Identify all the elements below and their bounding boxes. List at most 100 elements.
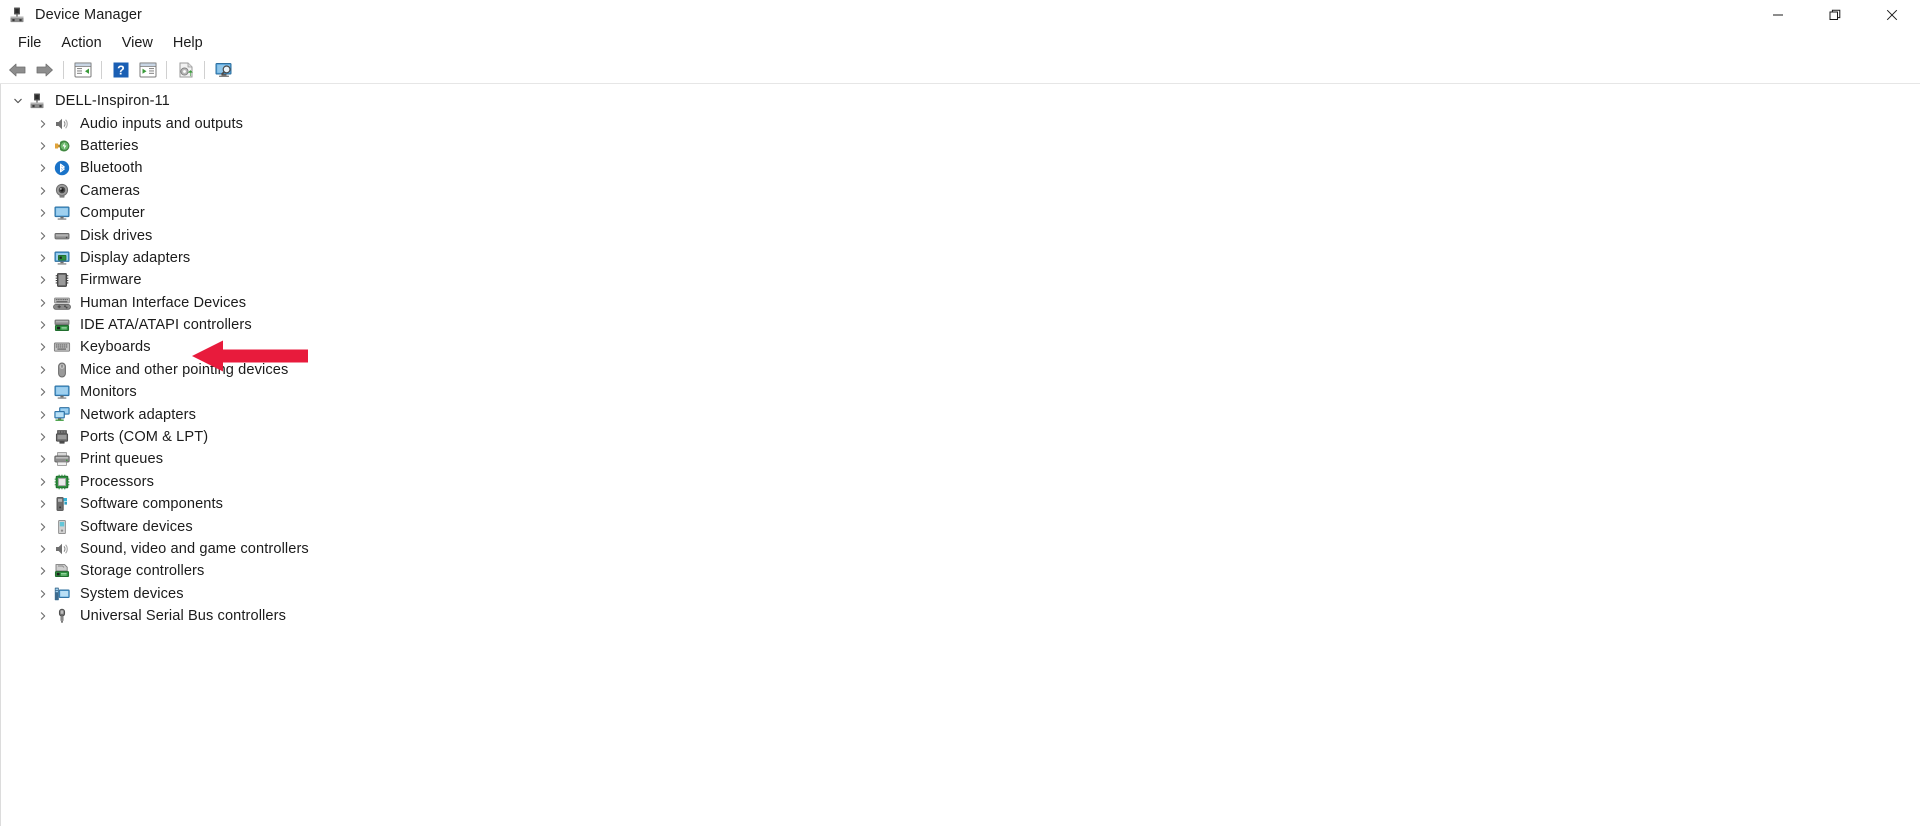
tree-item-disk-drives[interactable]: Disk drives	[1, 224, 1920, 246]
chevron-right-icon[interactable]	[34, 316, 52, 334]
tree-item-human-interface-devices[interactable]: Human Interface Devices	[1, 292, 1920, 314]
chevron-right-icon[interactable]	[34, 137, 52, 155]
tree-item-universal-serial-bus-controllers[interactable]: Universal Serial Bus controllers	[1, 605, 1920, 627]
back-button[interactable]	[4, 58, 31, 82]
title-bar-left: Device Manager	[0, 6, 142, 24]
tree-item-label: Display adapters	[80, 249, 191, 266]
tree-item-label: System devices	[80, 585, 184, 602]
tree-item-label: Storage controllers	[80, 563, 205, 580]
chevron-right-icon[interactable]	[34, 249, 52, 267]
display-adapter-icon	[53, 249, 73, 267]
back-arrow-icon	[9, 63, 26, 76]
forward-arrow-icon	[36, 63, 53, 76]
system-device-icon	[53, 585, 73, 603]
chevron-right-icon[interactable]	[34, 115, 52, 133]
chevron-right-icon[interactable]	[34, 450, 52, 468]
usb-icon	[53, 607, 73, 625]
tree-root-label: DELL-Inspiron-11	[55, 93, 170, 110]
chevron-right-icon[interactable]	[34, 495, 52, 513]
chevron-right-icon[interactable]	[34, 540, 52, 558]
forward-button[interactable]	[31, 58, 58, 82]
menu-item-action[interactable]: Action	[51, 32, 111, 54]
tree-item-monitors[interactable]: Monitors	[1, 381, 1920, 403]
chevron-right-icon[interactable]	[34, 361, 52, 379]
tree-item-software-components[interactable]: Software components	[1, 493, 1920, 515]
toolbar: ?	[0, 56, 1920, 84]
menu-item-file[interactable]: File	[8, 32, 51, 54]
menu-item-view[interactable]: View	[112, 32, 163, 54]
chevron-right-icon[interactable]	[34, 182, 52, 200]
tree-item-storage-controllers[interactable]: Storage controllers	[1, 560, 1920, 582]
tree-item-label: Software components	[80, 496, 224, 513]
software-component-icon	[53, 495, 73, 513]
tree-item-bluetooth[interactable]: Bluetooth	[1, 157, 1920, 179]
chevron-right-icon[interactable]	[34, 338, 52, 356]
tree-item-cameras[interactable]: Cameras	[1, 180, 1920, 202]
toolbar-separator-2	[101, 60, 102, 79]
device-tree: DELL-Inspiron-11 Audio inputs and output…	[1, 90, 1920, 627]
bluetooth-icon	[53, 159, 73, 177]
svg-text:?: ?	[117, 63, 125, 77]
chevron-right-icon[interactable]	[34, 607, 52, 625]
tree-item-software-devices[interactable]: Software devices	[1, 515, 1920, 537]
tree-item-label: Cameras	[80, 182, 140, 199]
toolbar-separator-4	[204, 60, 205, 79]
properties-button[interactable]	[134, 58, 161, 82]
tree-item-sound-video-and-game-controllers[interactable]: Sound, video and game controllers	[1, 538, 1920, 560]
menu-item-help[interactable]: Help	[163, 32, 213, 54]
tree-item-label: IDE ATA/ATAPI controllers	[80, 317, 252, 334]
tree-item-keyboards[interactable]: Keyboards	[1, 336, 1920, 358]
tree-item-audio-inputs-and-outputs[interactable]: Audio inputs and outputs	[1, 112, 1920, 134]
close-button[interactable]	[1863, 0, 1920, 29]
tree-item-label: Mice and other pointing devices	[80, 361, 289, 378]
tree-item-label: Bluetooth	[80, 160, 143, 177]
tree-item-print-queues[interactable]: Print queues	[1, 448, 1920, 470]
tree-item-network-adapters[interactable]: Network adapters	[1, 403, 1920, 425]
monitor-search-icon	[215, 62, 231, 77]
help-button[interactable]: ?	[107, 58, 134, 82]
tree-item-mice-and-other-pointing-devices[interactable]: Mice and other pointing devices	[1, 359, 1920, 381]
tree-item-label: Disk drives	[80, 227, 153, 244]
chevron-right-icon[interactable]	[34, 428, 52, 446]
tree-item-batteries[interactable]: Batteries	[1, 135, 1920, 157]
restore-button[interactable]	[1806, 0, 1863, 29]
chevron-down-icon[interactable]	[9, 92, 27, 110]
tree-item-label: Keyboards	[80, 339, 151, 356]
ide-controller-icon	[53, 316, 73, 334]
tree-root-node[interactable]: DELL-Inspiron-11	[1, 90, 1920, 112]
window-title: Device Manager	[35, 6, 142, 23]
chevron-right-icon[interactable]	[34, 585, 52, 603]
computer-node-icon	[28, 92, 48, 110]
minimize-button[interactable]	[1749, 0, 1806, 29]
chevron-right-icon[interactable]	[34, 383, 52, 401]
chevron-right-icon[interactable]	[34, 159, 52, 177]
tree-item-ports-com-and-lpt[interactable]: Ports (COM & LPT)	[1, 426, 1920, 448]
tree-item-label: Monitors	[80, 384, 137, 401]
chevron-right-icon[interactable]	[34, 294, 52, 312]
tree-item-ide-ata-atapi-controllers[interactable]: IDE ATA/ATAPI controllers	[1, 314, 1920, 336]
show-hide-console-tree-button[interactable]	[69, 58, 96, 82]
gear-page-icon	[179, 62, 193, 77]
device-tree-pane: DELL-Inspiron-11 Audio inputs and output…	[0, 84, 1920, 826]
processor-chip-icon	[53, 473, 73, 491]
chevron-right-icon[interactable]	[34, 271, 52, 289]
chevron-right-icon[interactable]	[34, 518, 52, 536]
toolbar-separator-3	[166, 60, 167, 79]
tree-item-display-adapters[interactable]: Display adapters	[1, 247, 1920, 269]
chevron-right-icon[interactable]	[34, 204, 52, 222]
tree-item-system-devices[interactable]: System devices	[1, 583, 1920, 605]
update-driver-button[interactable]	[172, 58, 199, 82]
tree-item-computer[interactable]: Computer	[1, 202, 1920, 224]
tree-item-label: Universal Serial Bus controllers	[80, 608, 286, 625]
scan-for-hardware-changes-button[interactable]	[210, 58, 237, 82]
storage-controller-icon	[53, 562, 73, 580]
tree-item-label: Audio inputs and outputs	[80, 115, 244, 132]
chevron-right-icon[interactable]	[34, 562, 52, 580]
tree-item-firmware[interactable]: Firmware	[1, 269, 1920, 291]
mouse-icon	[53, 361, 73, 379]
chevron-right-icon[interactable]	[34, 406, 52, 424]
tree-item-processors[interactable]: Processors	[1, 471, 1920, 493]
chevron-right-icon[interactable]	[34, 473, 52, 491]
menu-bar: File Action View Help	[0, 29, 1920, 56]
chevron-right-icon[interactable]	[34, 227, 52, 245]
